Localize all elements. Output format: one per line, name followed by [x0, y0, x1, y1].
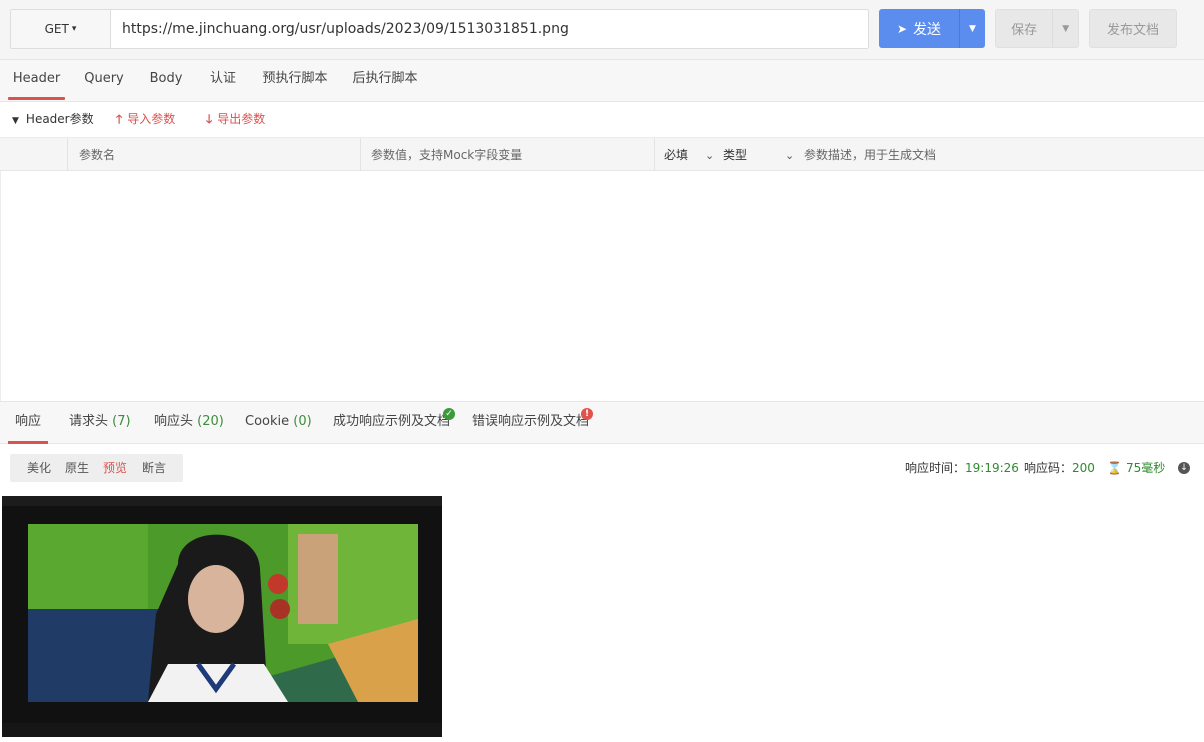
request-bar: GET ▾ ➤ 发送 ▼ 保存 ▼ 发布文档: [0, 0, 1204, 60]
view-mode-switch: 美化 原生 预览 断言: [10, 454, 183, 482]
publish-label: 发布文档: [1106, 23, 1159, 38]
param-tools: ▼ Header参数 🡑 导入参数 🡓 导出参数: [0, 102, 1204, 137]
tab-cookie[interactable]: Cookie (0): [245, 402, 312, 442]
response-code: 响应码：200: [1024, 454, 1095, 482]
view-mode-preview[interactable]: 预览: [103, 454, 127, 482]
header-params-toggle[interactable]: ▼ Header参数: [12, 102, 94, 137]
tab-label: Cookie: [245, 414, 290, 429]
param-desc-placeholder[interactable]: 参数描述，用于生成文档: [804, 138, 936, 171]
chevron-down-icon: ⌄: [705, 149, 715, 162]
export-params-button[interactable]: 🡓 导出参数: [206, 102, 265, 137]
tab-label: 请求头: [69, 414, 109, 429]
tab-response-headers[interactable]: 响应头 (20): [154, 402, 224, 442]
response-duration-value: 75毫秒: [1125, 461, 1166, 475]
method-select[interactable]: GET ▾: [11, 10, 111, 48]
count-badge: (7): [112, 414, 131, 429]
paper-plane-icon: ➤: [896, 21, 908, 36]
response-time-label: 响应时间：: [905, 461, 966, 475]
send-button-group: ➤ 发送 ▼: [879, 9, 985, 48]
tab-label: 响应头: [154, 414, 194, 429]
param-value-placeholder[interactable]: 参数值，支持Mock字段变量: [371, 138, 522, 171]
download-icon[interactable]: ↓: [1178, 462, 1190, 474]
param-name-placeholder[interactable]: 参数名: [79, 138, 115, 171]
tab-auth[interactable]: 认证: [204, 60, 242, 98]
save-dropdown-toggle[interactable]: ▼: [1052, 10, 1078, 47]
column-divider: [360, 138, 361, 171]
view-mode-beautify[interactable]: 美化: [27, 454, 51, 482]
response-image-preview: [2, 496, 442, 737]
tab-post-script[interactable]: 后执行脚本: [348, 60, 422, 98]
response-time: 响应时间：19:19:26: [905, 454, 1019, 482]
tab-query[interactable]: Query: [80, 60, 128, 98]
video-frame: [28, 524, 418, 702]
column-divider: [654, 138, 655, 171]
view-mode-assert[interactable]: 断言: [142, 454, 166, 482]
caret-down-icon: ▾: [71, 24, 77, 34]
tab-error-example[interactable]: 错误响应示例及文档: [472, 402, 589, 442]
tab-pre-script[interactable]: 预执行脚本: [258, 60, 332, 98]
video-player-controls: [2, 723, 442, 737]
save-button[interactable]: 保存: [996, 10, 1052, 47]
required-select[interactable]: 必填: [664, 138, 688, 171]
video-frame-picture: [28, 524, 418, 702]
response-tabs: 响应 请求头 (7) 响应头 (20) Cookie (0) 成功响应示例及文档…: [0, 401, 1204, 444]
arrow-down-icon: 🡓: [206, 112, 213, 126]
method-label: GET: [44, 22, 69, 36]
header-params-title: Header参数: [25, 112, 94, 126]
count-badge: (0): [293, 414, 312, 429]
import-label: 导入参数: [127, 112, 176, 126]
send-button[interactable]: ➤ 发送: [879, 9, 959, 48]
response-code-value: 200: [1072, 461, 1095, 475]
tab-header[interactable]: Header: [8, 60, 65, 100]
response-code-label: 响应码：: [1024, 461, 1073, 475]
exclamation-circle-icon: !: [581, 408, 593, 420]
tab-body[interactable]: Body: [145, 60, 187, 98]
tab-success-example[interactable]: 成功响应示例及文档: [333, 402, 450, 442]
response-time-value: 19:19:26: [965, 461, 1019, 475]
export-label: 导出参数: [217, 112, 266, 126]
url-input[interactable]: [112, 10, 867, 48]
check-circle-icon: ✓: [443, 408, 455, 420]
caret-down-icon: ▼: [12, 116, 19, 126]
count-badge: (20): [197, 414, 224, 429]
send-dropdown-toggle[interactable]: ▼: [959, 9, 985, 48]
tab-request-headers[interactable]: 请求头 (7): [69, 402, 131, 442]
arrow-up-icon: 🡑: [116, 112, 123, 126]
save-button-group: 保存 ▼: [995, 9, 1079, 48]
send-label: 发送: [913, 21, 942, 38]
column-divider: [67, 138, 68, 171]
url-box: GET ▾: [10, 9, 869, 49]
params-table-body: [0, 171, 1204, 401]
type-select[interactable]: 类型: [723, 138, 747, 171]
params-table-header: 参数名 参数值，支持Mock字段变量 必填 ⌄ 类型 ⌄ 参数描述，用于生成文档: [0, 137, 1204, 171]
response-duration: ⌛ 75毫秒: [1107, 454, 1165, 482]
import-params-button[interactable]: 🡑 导入参数: [116, 102, 175, 137]
view-mode-raw[interactable]: 原生: [65, 454, 89, 482]
publish-doc-button[interactable]: 发布文档: [1089, 9, 1177, 48]
video-player-titlebar: [2, 496, 442, 506]
request-tabs: Header Query Body 认证 预执行脚本 后执行脚本: [0, 60, 1204, 102]
hourglass-icon: ⌛: [1107, 461, 1122, 475]
tab-response[interactable]: 响应: [8, 402, 48, 444]
chevron-down-icon: ⌄: [785, 149, 795, 162]
save-label: 保存: [1011, 23, 1038, 38]
